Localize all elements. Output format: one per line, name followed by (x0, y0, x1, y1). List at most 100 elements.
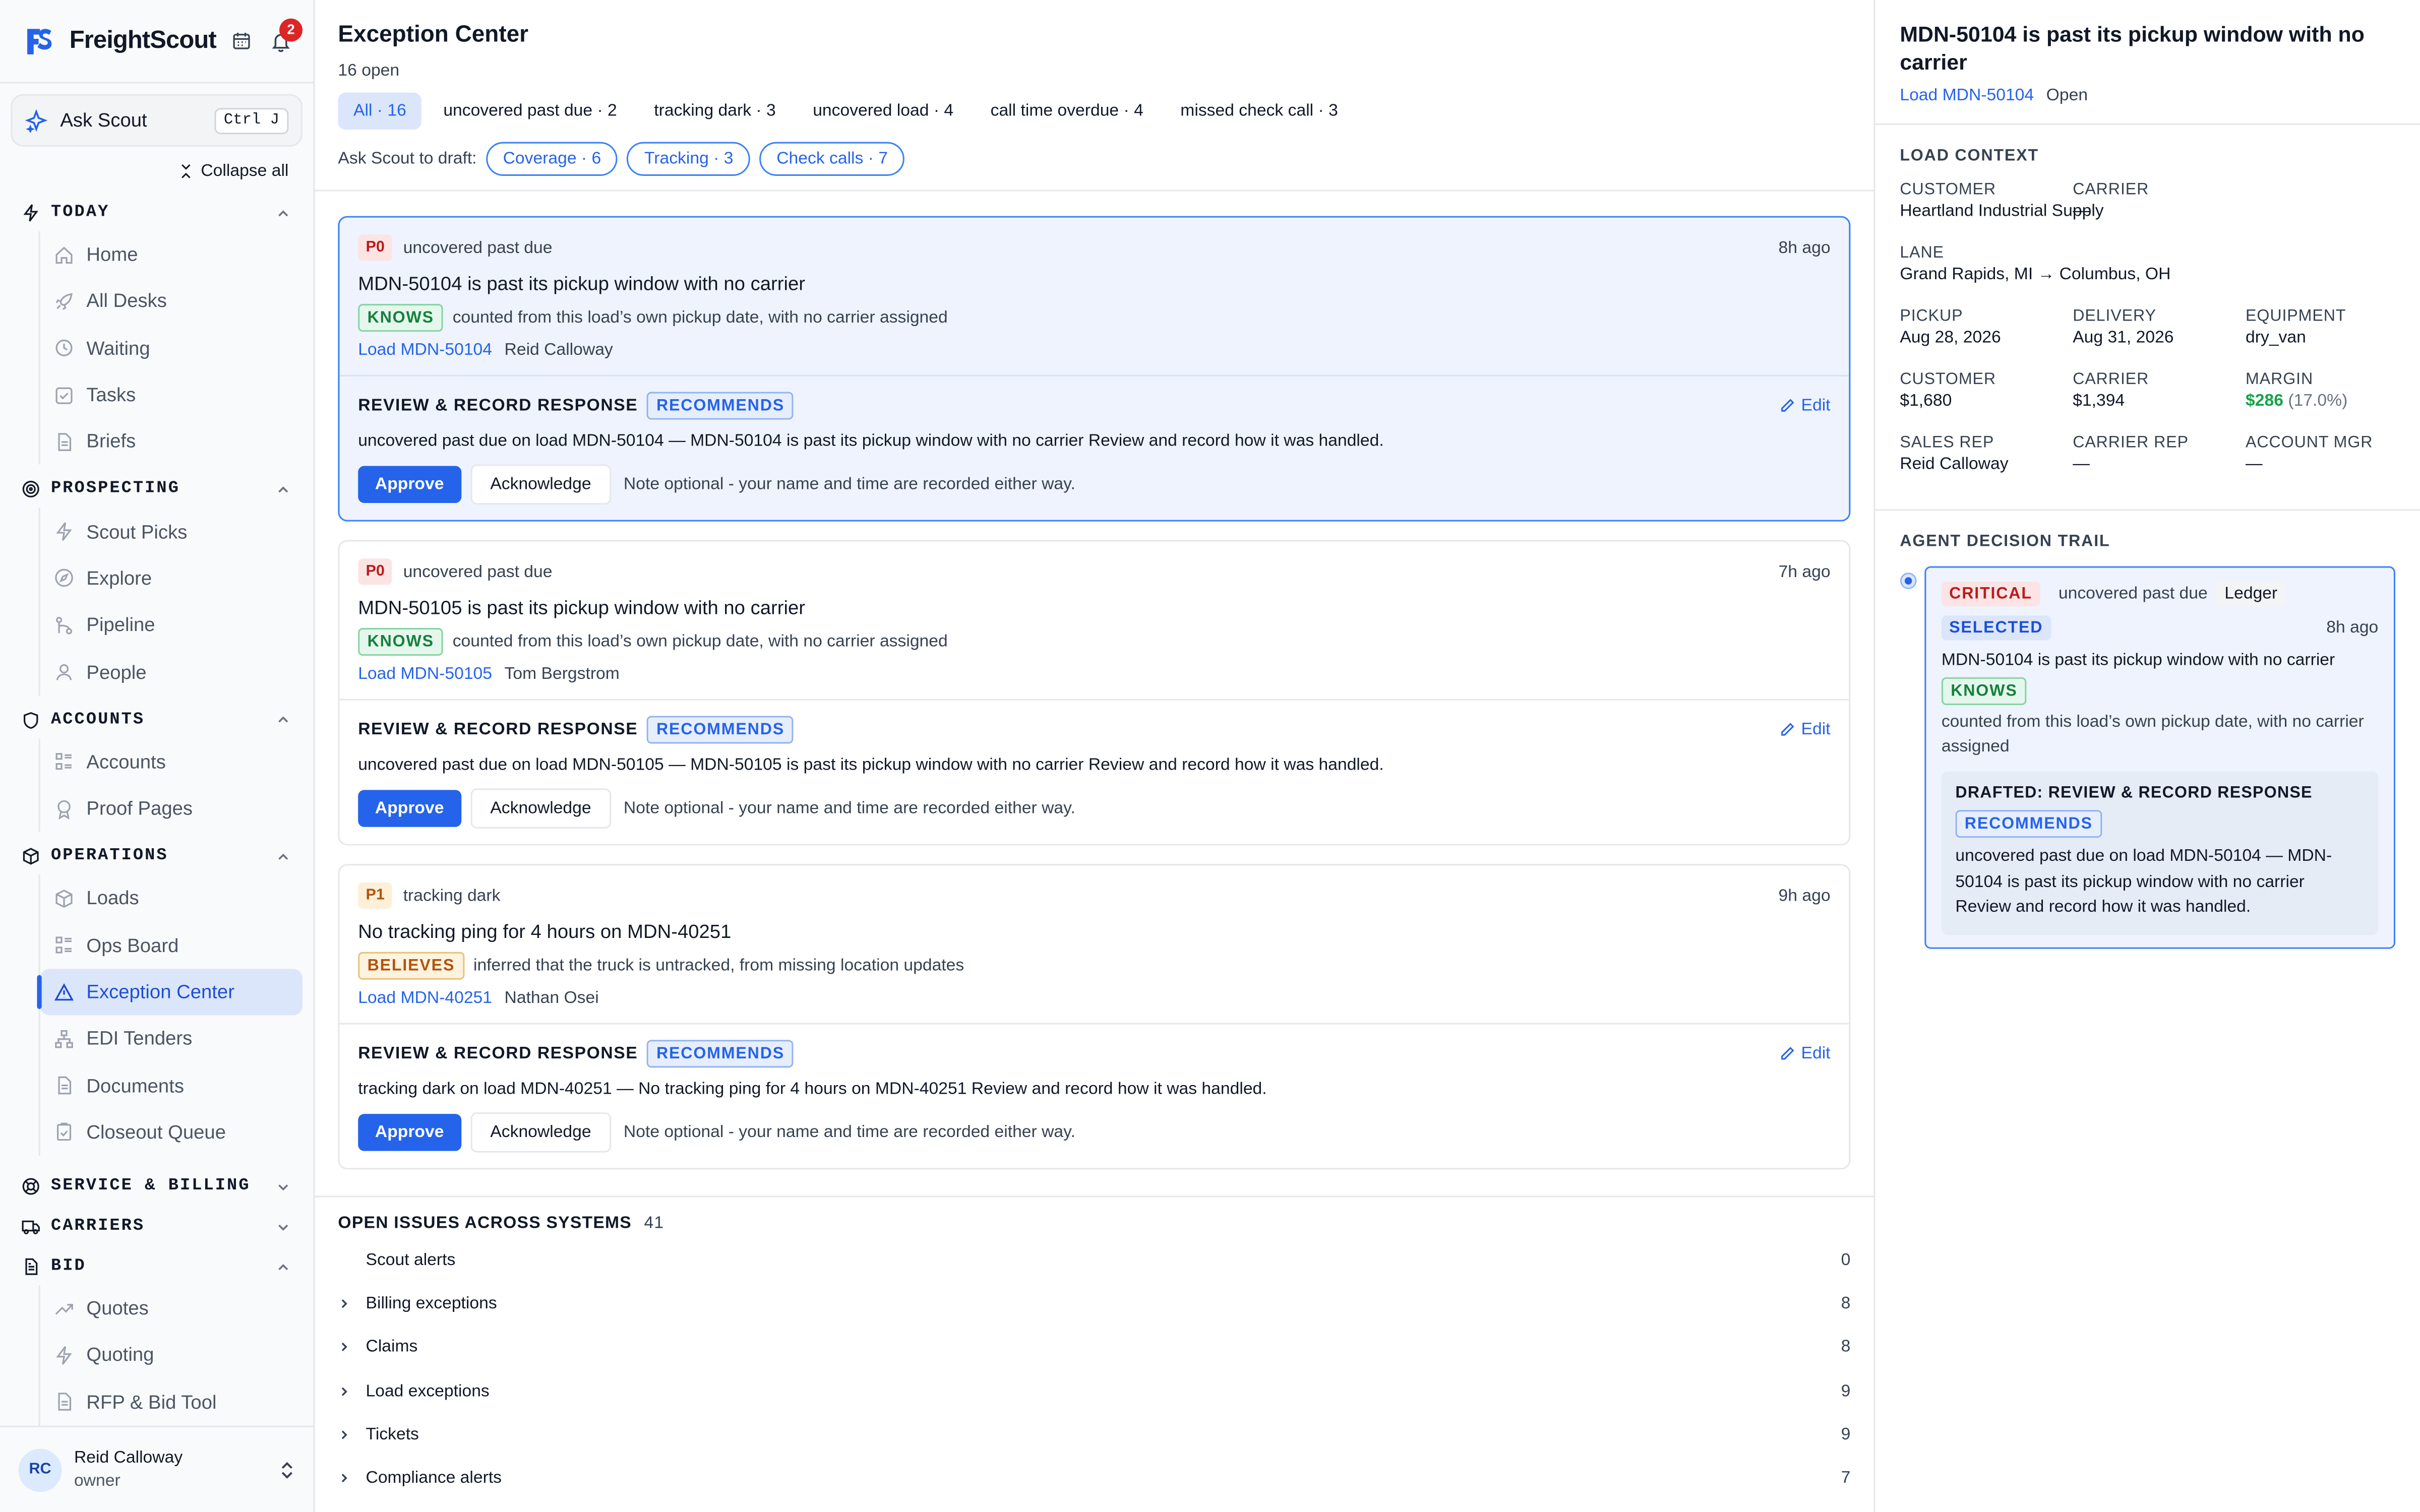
draft-coverage-pill[interactable]: Coverage · 6 (486, 142, 618, 176)
sidebar-item-briefs[interactable]: Briefs (40, 418, 302, 465)
main-content: Exception Center 16 open All · 16 uncove… (315, 0, 1876, 1512)
equipment-label: EQUIPMENT (2246, 307, 2346, 326)
sidebar-item-loads[interactable]: Loads (40, 875, 302, 922)
acknowledge-button[interactable]: Acknowledge (470, 464, 612, 505)
issue-row-load-exceptions[interactable]: Load exceptions 9 (338, 1369, 1850, 1413)
draft-tracking-pill[interactable]: Tracking · 3 (627, 142, 751, 176)
edit-button[interactable]: Edit (1780, 1044, 1831, 1063)
sidebar-item-people[interactable]: People (40, 649, 302, 696)
sidebar-item-label: EDI Tenders (86, 1028, 193, 1050)
sidebar-item-tasks[interactable]: Tasks (40, 371, 302, 418)
chevron-right-icon (338, 1342, 366, 1354)
sidebar-item-proof-pages[interactable]: Proof Pages (40, 785, 302, 832)
exception-card[interactable]: P0 uncovered past due 8h ago MDN-50104 i… (338, 216, 1851, 522)
section-accounts[interactable]: ACCOUNTS (0, 702, 313, 738)
delivery-value: Aug 31, 2026 (2073, 329, 2174, 347)
detail-status: Open (2046, 86, 2088, 105)
sidebar-item-quotes[interactable]: Quotes (40, 1285, 302, 1332)
network-icon (55, 1030, 73, 1048)
load-link[interactable]: Load MDN-50104 (358, 341, 492, 360)
acknowledge-button[interactable]: Acknowledge (470, 1112, 612, 1153)
delivery-label: DELIVERY (2073, 307, 2156, 326)
edit-button[interactable]: Edit (1780, 721, 1831, 739)
load-owner: Tom Bergstrom (504, 665, 620, 684)
sidebar-item-waiting[interactable]: Waiting (40, 325, 302, 372)
exception-card[interactable]: P1 tracking dark 9h ago No tracking ping… (338, 864, 1851, 1170)
sidebar-item-documents[interactable]: Documents (40, 1062, 302, 1109)
sidebar-item-scout-picks[interactable]: Scout Picks (40, 509, 302, 555)
draft-row: Ask Scout to draft: Coverage · 6 Trackin… (338, 142, 1850, 176)
evidence-text: counted from this load’s own pickup date… (452, 633, 948, 651)
user-menu-button[interactable]: RC Reid Calloway owner (0, 1425, 314, 1512)
section-operations[interactable]: OPERATIONS (0, 838, 313, 875)
sidebar-item-label: Pipeline (86, 614, 155, 636)
trail-category: uncovered past due (2058, 585, 2208, 603)
draft-check-calls-pill[interactable]: Check calls · 7 (759, 142, 905, 176)
carrier-value: — (2073, 202, 2090, 221)
approve-button[interactable]: Approve (358, 790, 461, 827)
section-today[interactable]: TODAY (0, 195, 313, 231)
tab-uncovered-past-due[interactable]: uncovered past due · 2 (428, 93, 633, 130)
chevron-right-icon (338, 1428, 366, 1440)
edit-button[interactable]: Edit (1780, 397, 1831, 415)
load-link[interactable]: Load MDN-40251 (358, 989, 492, 1007)
issue-row-compliance-alerts[interactable]: Compliance alerts 7 (338, 1457, 1850, 1500)
tab-call-time-overdue[interactable]: call time overdue · 4 (975, 93, 1159, 130)
approve-button[interactable]: Approve (358, 466, 461, 503)
sidebar-item-edi-tenders[interactable]: EDI Tenders (40, 1016, 302, 1062)
drafted-text: uncovered past due on load MDN-50104 — M… (1955, 847, 2332, 917)
detail-load-link[interactable]: Load MDN-50104 (1900, 86, 2034, 105)
sidebar-item-label: All Desks (86, 290, 167, 312)
home-icon (55, 246, 73, 264)
evidence-tag: KNOWS (358, 627, 444, 656)
sidebar-item-all-desks[interactable]: All Desks (40, 278, 302, 325)
draft-label: Ask Scout to draft: (338, 149, 477, 168)
sidebar-item-home[interactable]: Home (40, 231, 302, 278)
response-text: tracking dark on load MDN-40251 — No tra… (358, 1080, 1267, 1099)
grid-list-icon (55, 753, 72, 771)
notifications-button[interactable]: 2 (270, 18, 302, 52)
carrier-rep-label: CARRIER REP (2073, 433, 2189, 452)
acknowledge-button[interactable]: Acknowledge (470, 788, 612, 829)
sidebar-item-quoting[interactable]: Quoting (40, 1332, 302, 1379)
trail-entry[interactable]: CRITICAL uncovered past due Ledger SELEC… (1924, 566, 2395, 949)
tab-all[interactable]: All · 16 (338, 92, 422, 130)
issue-row-tickets[interactable]: Tickets 9 (338, 1413, 1850, 1456)
notification-count-badge: 2 (279, 18, 302, 41)
nav-group-bid: Quotes Quoting RFP & Bid Tool (38, 1285, 314, 1426)
tab-uncovered-load[interactable]: uncovered load · 4 (798, 93, 969, 130)
priority-badge: P1 (358, 883, 393, 909)
approve-button[interactable]: Approve (358, 1114, 461, 1151)
main-header: Exception Center 16 open All · 16 uncove… (315, 0, 1874, 192)
sidebar-item-explore[interactable]: Explore (40, 555, 302, 602)
edit-label: Edit (1801, 720, 1831, 739)
exception-card[interactable]: P0 uncovered past due 7h ago MDN-50105 i… (338, 540, 1851, 846)
sidebar-item-exception-center[interactable]: Exception Center (37, 969, 302, 1016)
section-carriers-label: CARRIERS (51, 1217, 145, 1236)
freightscout-logo-icon[interactable] (22, 24, 55, 57)
trail-evidence-tag: KNOWS (1941, 677, 2027, 705)
section-carriers[interactable]: CARRIERS (0, 1208, 313, 1245)
margin-label: MARGIN (2246, 370, 2314, 389)
section-service-billing[interactable]: SERVICE & BILLING (0, 1168, 313, 1205)
tab-tracking-dark[interactable]: tracking dark · 3 (639, 93, 792, 130)
issue-row-claims[interactable]: Claims 8 (338, 1326, 1850, 1369)
load-link[interactable]: Load MDN-50105 (358, 665, 492, 683)
chevron-up-icon (276, 206, 290, 220)
sidebar-item-accounts[interactable]: Accounts (40, 738, 302, 785)
sidebar-item-pipeline[interactable]: Pipeline (40, 602, 302, 649)
document-icon (58, 1393, 72, 1411)
sidebar-item-closeout-queue[interactable]: Closeout Queue (40, 1109, 302, 1156)
calendar-icon[interactable] (231, 31, 252, 51)
response-title: REVIEW & RECORD RESPONSE (358, 720, 638, 739)
ask-scout-button[interactable]: Ask Scout Ctrl J (11, 94, 302, 147)
section-today-label: TODAY (51, 204, 110, 222)
issue-row-billing-exceptions[interactable]: Billing exceptions 8 (338, 1282, 1850, 1326)
margin-percent: (17.0%) (2288, 392, 2348, 411)
tab-missed-check-call[interactable]: missed check call · 3 (1165, 93, 1354, 130)
sidebar-item-rfp-bid-tool[interactable]: RFP & Bid Tool (40, 1379, 302, 1426)
section-prospecting[interactable]: PROSPECTING (0, 471, 313, 508)
sidebar-item-ops-board[interactable]: Ops Board (40, 922, 302, 969)
collapse-all-button[interactable]: Collapse all (0, 160, 313, 182)
section-bid[interactable]: BID (0, 1248, 313, 1285)
